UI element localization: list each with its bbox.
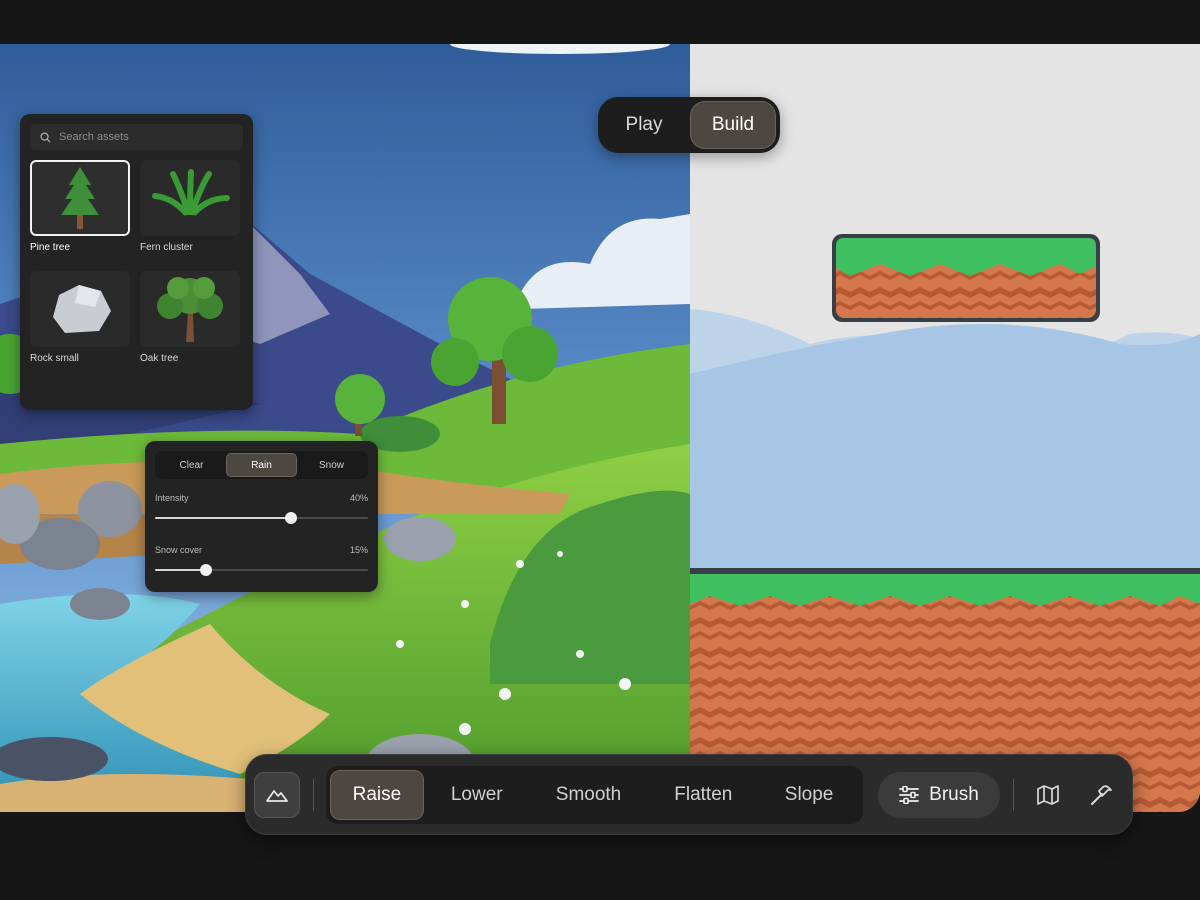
scene-2d-view[interactable] bbox=[690, 44, 1200, 812]
asset-panel: Pine tree Fern cluster bbox=[20, 114, 253, 410]
terrain-toolbar: Raise Lower Smooth Flatten Slope Brush bbox=[245, 754, 1133, 835]
mountain-icon bbox=[266, 790, 288, 802]
asset-search-box[interactable] bbox=[30, 124, 243, 150]
weather-panel: Clear Rain Snow Intensity 40% Snow cover… bbox=[145, 441, 378, 592]
brush-label: Brush bbox=[929, 784, 979, 805]
hammer-icon bbox=[1091, 785, 1112, 805]
terrain-tool-button[interactable] bbox=[254, 772, 300, 818]
weather-selector: Clear Rain Snow bbox=[155, 451, 368, 479]
mode-toggle: Play Build bbox=[598, 97, 780, 153]
asset-thumbnail bbox=[140, 160, 240, 236]
asset-label: Fern cluster bbox=[140, 242, 193, 253]
sliders-icon bbox=[899, 786, 920, 804]
map-icon bbox=[1037, 785, 1059, 805]
build-mode-button[interactable]: Build bbox=[690, 101, 776, 149]
tool-smooth-button[interactable]: Smooth bbox=[530, 770, 648, 820]
pine-tree-icon bbox=[61, 167, 99, 229]
intensity-value: 40% bbox=[349, 493, 368, 503]
asset-thumbnail bbox=[140, 271, 240, 347]
rock-icon bbox=[53, 285, 111, 333]
asset-label: Oak tree bbox=[140, 353, 179, 364]
asset-card-pine-tree[interactable]: Pine tree bbox=[30, 160, 130, 253]
toolbar-divider bbox=[313, 779, 314, 811]
intensity-slider-thumb[interactable] bbox=[285, 512, 298, 524]
asset-thumbnail bbox=[30, 160, 130, 236]
snow-cover-slider-row: Snow cover 15% bbox=[155, 545, 368, 576]
snow-cover-label: Snow cover bbox=[155, 545, 203, 555]
brush-button[interactable]: Brush bbox=[878, 772, 1000, 818]
asset-card-rock-small[interactable]: Rock small bbox=[30, 271, 130, 364]
tool-flatten-button[interactable]: Flatten bbox=[647, 770, 759, 820]
terrain-tool-segment: Raise Lower Smooth Flatten Slope bbox=[326, 766, 863, 824]
map-button[interactable] bbox=[1036, 783, 1060, 807]
snow-cover-slider[interactable] bbox=[155, 564, 368, 576]
weather-option-clear[interactable]: Clear bbox=[157, 453, 226, 477]
asset-search-input[interactable] bbox=[59, 131, 229, 143]
floating-platform bbox=[832, 234, 1100, 322]
asset-thumbnail bbox=[30, 271, 130, 347]
play-mode-button[interactable]: Play bbox=[602, 101, 686, 149]
intensity-slider[interactable] bbox=[155, 512, 368, 524]
weather-option-rain[interactable]: Rain bbox=[226, 453, 297, 477]
snow-cover-value: 15% bbox=[349, 545, 368, 555]
oak-tree-icon bbox=[157, 277, 223, 342]
tool-slope-button[interactable]: Slope bbox=[759, 770, 859, 820]
intensity-slider-row: Intensity 40% bbox=[155, 493, 368, 524]
asset-card-oak-tree[interactable]: Oak tree bbox=[140, 271, 240, 364]
fern-icon bbox=[152, 169, 230, 225]
tool-lower-button[interactable]: Lower bbox=[424, 770, 530, 820]
hammer-button[interactable] bbox=[1089, 783, 1113, 807]
weather-option-snow[interactable]: Snow bbox=[297, 453, 366, 477]
asset-label: Rock small bbox=[30, 353, 79, 364]
toolbar-divider bbox=[1013, 779, 1014, 811]
search-icon bbox=[40, 131, 51, 143]
intensity-label: Intensity bbox=[155, 493, 189, 503]
asset-label: Pine tree bbox=[30, 242, 71, 253]
asset-card-fern-cluster[interactable]: Fern cluster bbox=[140, 160, 240, 253]
snow-cover-slider-thumb[interactable] bbox=[200, 564, 213, 576]
tool-raise-button[interactable]: Raise bbox=[330, 770, 424, 820]
